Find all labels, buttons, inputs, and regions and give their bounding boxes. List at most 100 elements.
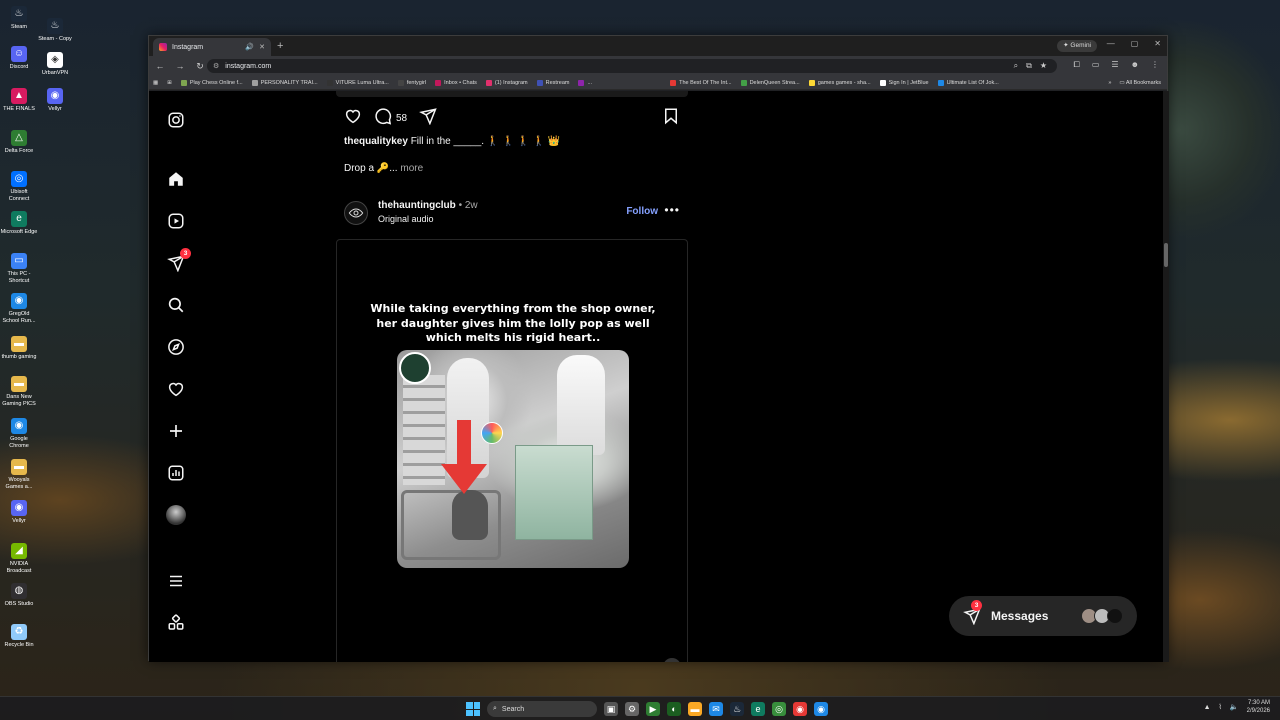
apps-icon[interactable]: ▦ (153, 80, 158, 86)
bookmark-item[interactable]: The Best Of The Int... (670, 79, 732, 86)
extensions-icon[interactable]: ⧠ (1073, 60, 1079, 70)
xbox-icon[interactable]: ◐ (667, 702, 681, 716)
bookmark-item[interactable]: VITURE Luma Ultra... (326, 79, 389, 86)
menu-icon[interactable]: ⋮ (1151, 60, 1159, 70)
bookmark-item[interactable]: ... (578, 79, 592, 86)
bookmark-item[interactable]: games games - sha... (808, 79, 871, 86)
windows-start-icon[interactable] (466, 702, 480, 716)
task-view-icon[interactable]: ▣ (604, 702, 618, 716)
post-more-options-icon[interactable]: ••• (664, 203, 680, 217)
edge-icon[interactable]: e (751, 702, 765, 716)
sidepanel-icon[interactable]: ▭ (1092, 60, 1100, 70)
desktop-icon[interactable]: ▲ THE FINALS (0, 88, 38, 113)
reels-icon[interactable] (166, 211, 186, 231)
bookmark-item[interactable]: Sign In | JetBlue (879, 79, 929, 86)
explore-compass-icon[interactable] (166, 337, 186, 357)
more-menu-icon[interactable] (166, 571, 186, 591)
bookmark-item[interactable]: Play Chess Online f... (180, 79, 243, 86)
save-bookmark-icon[interactable] (662, 107, 680, 130)
desktop-icon[interactable]: ◈ UrbanVPN (36, 52, 74, 77)
bookmark-item[interactable]: DelenQueen Strea... (740, 79, 800, 86)
zoom-icon[interactable]: ⌕ (1014, 59, 1018, 73)
caption-more-link[interactable]: more (400, 163, 423, 174)
chrome-icon[interactable]: ◉ (814, 702, 828, 716)
desktop-icon[interactable]: ♨ Steam (0, 6, 38, 31)
home-icon[interactable] (166, 169, 186, 189)
dashboard-insights-icon[interactable] (166, 463, 186, 483)
desktop-icon[interactable]: ◉ Google Chrome (0, 418, 38, 449)
network-icon[interactable]: ⌇ (1219, 703, 1222, 711)
direct-messages-icon[interactable]: 3 (166, 248, 191, 273)
forward-icon[interactable]: → (175, 61, 185, 71)
tab-close-icon[interactable]: ✕ (259, 43, 265, 51)
steam-icon[interactable]: ♨ (730, 702, 744, 716)
all-bookmarks-button[interactable]: ▭ All Bookmarks (1119, 76, 1161, 89)
profile-icon[interactable]: ☻ (1131, 60, 1139, 70)
tabs-icon[interactable]: ⊞ (167, 80, 172, 86)
desktop-icon[interactable]: ◎ Ubisoft Connect (0, 171, 38, 202)
desktop-icon[interactable]: △ Delta Force (0, 130, 38, 155)
post-username[interactable]: thehauntingclub (378, 200, 456, 211)
post-author-avatar[interactable] (344, 201, 368, 225)
bookmarks-overflow-button[interactable]: » (1108, 76, 1111, 89)
post-audio-link[interactable]: Original audio (378, 214, 434, 224)
follow-button[interactable]: Follow (626, 206, 658, 217)
search-icon[interactable] (166, 295, 186, 315)
bookmark-item[interactable]: Inbox • Chats (435, 79, 477, 86)
instagram-logo-icon[interactable] (166, 110, 186, 130)
scrollbar-thumb[interactable] (1164, 243, 1168, 267)
settings-extension-icon[interactable]: ☰ (1111, 60, 1118, 70)
bookmark-star-icon[interactable]: ★ (1040, 59, 1047, 73)
bookmark-item[interactable]: Restream (536, 79, 569, 86)
reel-video[interactable]: While taking everything from the shop ow… (336, 239, 688, 662)
settings-gear-icon[interactable]: ⚙ (625, 702, 639, 716)
desktop-icon[interactable]: ▬ thumb gaming (0, 336, 38, 361)
reload-icon[interactable]: ↻ (195, 61, 205, 72)
also-from-meta-icon[interactable] (166, 613, 186, 633)
desktop-icon[interactable]: ♻ Recycle Bin (0, 624, 38, 649)
reel-mute-icon[interactable] (663, 658, 681, 662)
desktop-icon[interactable]: ◉ GregOld School Run... (0, 293, 38, 324)
desktop-icon[interactable]: ♨ Steam - Copy (36, 18, 74, 43)
bookmark-item[interactable]: fentygirl (397, 79, 426, 86)
desktop-icon[interactable]: e Microsoft Edge (0, 211, 38, 236)
cast-icon[interactable]: ⧉ (1026, 59, 1032, 73)
notifications-heart-icon[interactable] (166, 379, 186, 399)
site-info-icon[interactable]: ⚙ (213, 62, 219, 70)
url-text[interactable]: instagram.com (225, 63, 271, 70)
minimize-icon[interactable]: — (1107, 39, 1115, 48)
desktop-icon[interactable]: ▬ Wooyals Games a... (0, 459, 38, 490)
caption-username[interactable]: thequalitykey (344, 136, 408, 147)
volume-icon[interactable]: 🔈 (1230, 703, 1239, 711)
file-explorer-icon[interactable]: ▬ (688, 702, 702, 716)
mail-icon[interactable]: ✉ (709, 702, 723, 716)
bookmark-item[interactable]: Ultimate List Of Jok... (937, 79, 999, 86)
bookmark-item[interactable]: (1) Instagram (485, 79, 528, 86)
profile-avatar[interactable] (166, 505, 186, 525)
desktop-icon[interactable]: ◉ Vellyr (0, 500, 38, 525)
maximize-icon[interactable]: ▢ (1131, 39, 1139, 48)
clock[interactable]: 7:30 AM 2/9/2026 (1247, 699, 1270, 715)
address-bar[interactable]: ⚙ instagram.com ⌕ ⧉ ★ (207, 59, 1057, 73)
new-tab-button[interactable]: + (277, 40, 283, 52)
tab-instagram[interactable]: Instagram 🔊 ✕ (153, 38, 271, 56)
share-icon[interactable] (419, 107, 437, 130)
tray-overflow-icon[interactable]: ▲ (1204, 704, 1211, 711)
desktop-icon[interactable]: ◢ NVIDIA Broadcast (0, 543, 38, 574)
create-plus-icon[interactable] (166, 421, 186, 441)
chrome-alt-icon[interactable]: ◉ (793, 702, 807, 716)
tab-audio-icon[interactable]: 🔊 (245, 43, 254, 51)
desktop-icon[interactable]: ▭ This PC - Shortcut (0, 253, 38, 284)
taskbar-search[interactable]: ⌕ Search (487, 701, 597, 717)
game-pass-icon[interactable]: ▶ (646, 702, 660, 716)
back-icon[interactable]: ← (155, 61, 165, 71)
desktop-icon[interactable]: ▬ Dans New Gaming PICS (0, 376, 38, 407)
desktop-icon[interactable]: ◍ OBS Studio (0, 583, 38, 608)
messages-button[interactable]: 3 Messages (949, 596, 1137, 636)
xbox-app-icon[interactable]: ◎ (772, 702, 786, 716)
desktop-icon[interactable]: ☺ Discord (0, 46, 38, 71)
gemini-button[interactable]: ✦ Gemini (1057, 40, 1097, 52)
like-heart-icon[interactable] (344, 107, 362, 130)
close-window-icon[interactable]: ✕ (1154, 39, 1161, 48)
desktop-icon[interactable]: ◉ Vellyr (36, 88, 74, 113)
